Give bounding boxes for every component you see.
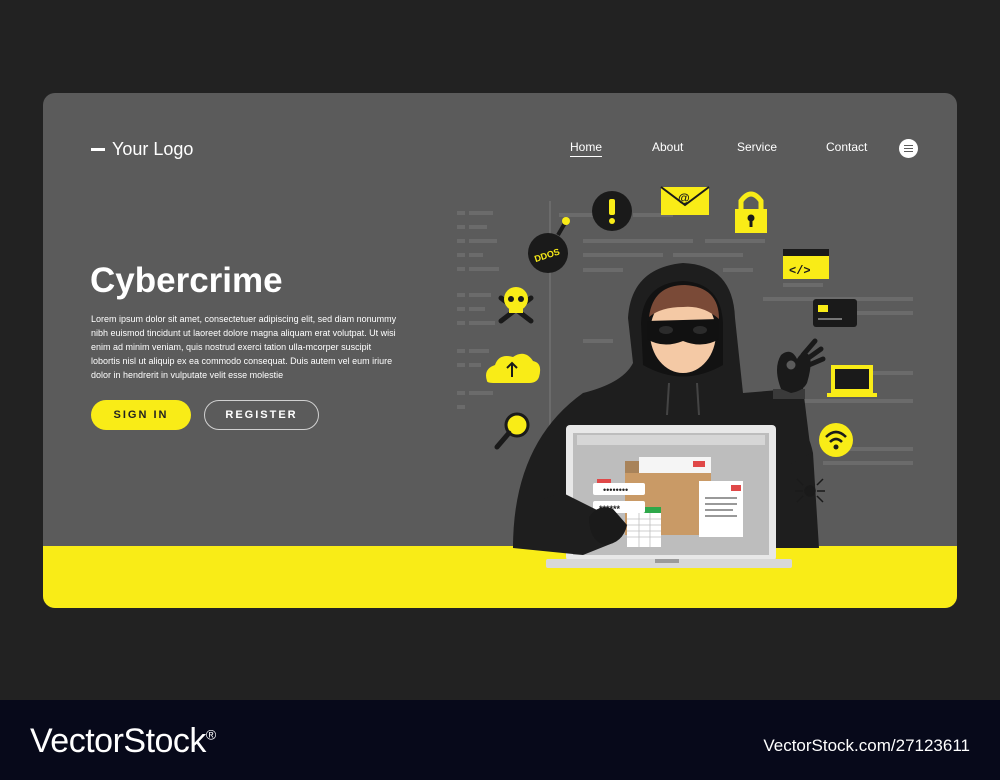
hero-title: Cybercrime: [90, 261, 283, 300]
hero-description: Lorem ipsum dolor sit amet, consectetuer…: [91, 314, 397, 380]
watermark-brand-text: VectorStock: [30, 722, 206, 760]
landing-page-card: •••••••• ****** @ </>: [43, 93, 957, 608]
register-button[interactable]: REGISTER: [204, 400, 319, 430]
email-icon: @: [660, 186, 710, 215]
nav-about[interactable]: About: [652, 140, 683, 154]
watermark-brand: VectorStock®: [30, 722, 216, 761]
password-mask-text: ••••••••: [603, 485, 628, 495]
alert-icon: [592, 191, 632, 231]
watermark-image-id: VectorStock.com/27123611: [763, 736, 970, 755]
cloud-upload-icon: [486, 353, 541, 383]
watermark-registered: ®: [205, 726, 216, 743]
sign-in-button[interactable]: SIGN IN: [91, 400, 191, 430]
nav-contact[interactable]: Contact: [826, 140, 867, 154]
laptop-icon: [827, 365, 877, 397]
padlock-icon: [735, 191, 767, 233]
logo-text: Your Logo: [112, 139, 194, 159]
code-window-icon: </>: [783, 249, 829, 279]
brand-logo[interactable]: Your Logo: [91, 139, 193, 160]
wifi-icon: [819, 423, 853, 457]
nav-home[interactable]: Home: [570, 140, 603, 157]
credit-card-icon: [813, 299, 857, 327]
svg-text:</>: </>: [789, 264, 811, 278]
skull-icon: [498, 287, 534, 324]
nav-service[interactable]: Service: [737, 140, 777, 154]
ok-hand: [777, 338, 826, 393]
svg-text:@: @: [678, 191, 690, 205]
magnifier-icon: [494, 412, 530, 450]
logo-dash-icon: [91, 148, 105, 151]
watermark-bar: VectorStock® VectorStock.com/27123611: [0, 700, 1000, 780]
hamburger-menu-icon[interactable]: [899, 139, 918, 158]
